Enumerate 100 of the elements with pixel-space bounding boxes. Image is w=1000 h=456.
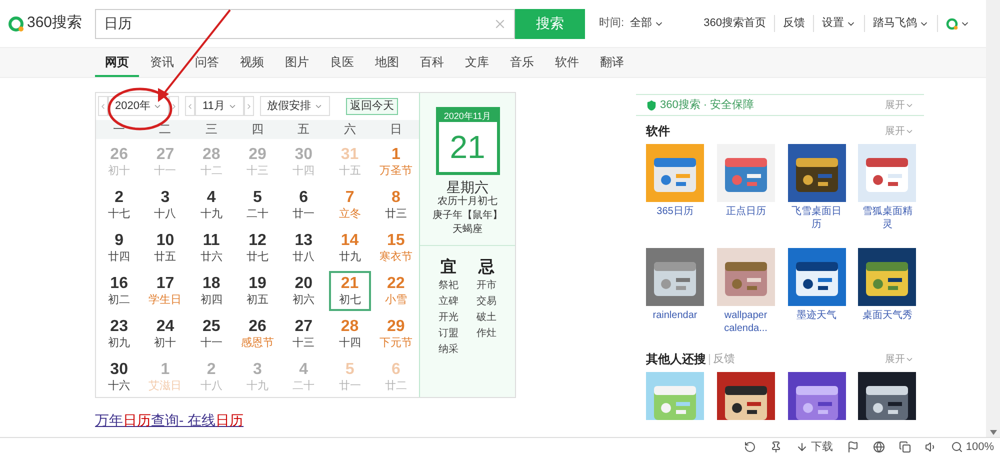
almanac-item: 开市 <box>476 278 496 293</box>
calendar-day[interactable]: 24 初十 <box>144 314 186 354</box>
header-link[interactable]: 反馈 <box>775 15 814 32</box>
calendar-day[interactable]: 14 廿九 <box>328 228 371 268</box>
software-item[interactable]: wallpaper calenda... <box>716 248 775 348</box>
day-number: 29 <box>248 146 266 164</box>
calendar-day[interactable]: 23 初九 <box>98 314 140 354</box>
nav-tab[interactable]: 音乐 <box>500 49 544 77</box>
nav-tab[interactable]: 地图 <box>365 49 409 77</box>
day-number: 9 <box>114 232 124 250</box>
day-number: 30 <box>294 146 313 164</box>
time-dropdown[interactable]: 全部 <box>630 15 664 32</box>
nav-tab[interactable]: 软件 <box>545 49 589 77</box>
nav-tab[interactable]: 文库 <box>455 49 499 77</box>
calendar-day[interactable]: 26 感恩节 <box>236 314 279 354</box>
calendar-day[interactable]: 11 廿六 <box>190 228 232 268</box>
calendar-day[interactable]: 28 十四 <box>328 314 371 354</box>
software-item[interactable]: 飞雪桌面日历 <box>788 144 846 244</box>
day-number: 3 <box>253 361 262 379</box>
calendar-day[interactable]: 17 学生日 <box>144 271 186 311</box>
header-link[interactable]: 设置 <box>814 15 865 32</box>
lunar-date: 寒衣节 <box>379 250 412 264</box>
nav-tab[interactable]: 百科 <box>410 49 454 77</box>
calendar-day[interactable]: 27 十三 <box>282 314 325 354</box>
next-button[interactable] <box>169 96 180 116</box>
zoom-button[interactable]: 100% <box>950 438 994 456</box>
month-dropdown[interactable]: 11月 <box>195 96 244 116</box>
nav-tab[interactable]: 问答 <box>185 49 229 77</box>
search-field[interactable]: 日历 <box>95 8 515 38</box>
lunar-date: 二十 <box>292 379 315 393</box>
speaker-icon[interactable] <box>924 441 937 453</box>
nav-tab[interactable]: 网页 <box>95 49 139 77</box>
calendar-day[interactable]: 8 廿三 <box>374 185 417 225</box>
software-item[interactable]: 墨迹天气 <box>788 248 846 348</box>
shield-icon <box>646 100 657 110</box>
weekday-label: 二 <box>158 121 172 138</box>
software-item[interactable]: rainlendar <box>646 248 704 348</box>
day-number: 22 <box>387 275 405 293</box>
weekday-label: 一 <box>112 121 126 138</box>
calendar-day[interactable]: 12 廿七 <box>236 228 279 268</box>
almanac-heading: 宜 <box>440 258 456 278</box>
almanac-item: 祭祀 <box>438 278 458 293</box>
day-number: 8 <box>391 189 400 207</box>
scrollbar[interactable] <box>986 0 1000 437</box>
calendar-day[interactable]: 13 廿八 <box>282 228 325 268</box>
day-number: 17 <box>156 275 174 293</box>
calendar-day[interactable]: 21 初七 <box>328 271 371 311</box>
header-link[interactable]: 360搜索首页 <box>696 15 775 32</box>
software-item[interactable]: 桌面天气秀 <box>858 248 916 348</box>
scroll-down-icon[interactable] <box>990 430 996 435</box>
flag-icon[interactable] <box>846 441 859 453</box>
holiday-dropdown[interactable]: 放假安排 <box>260 96 330 116</box>
pin-icon[interactable] <box>770 441 782 453</box>
download-button[interactable]: 下载 <box>796 438 833 456</box>
calendar-day[interactable]: 25 十一 <box>190 314 232 354</box>
lunar-date: 十九 <box>246 379 268 393</box>
lunar-date: 十四 <box>338 336 361 350</box>
calendar-day[interactable]: 18 初四 <box>190 271 232 311</box>
calendar-day[interactable]: 20 初六 <box>282 271 325 311</box>
day-number: 5 <box>345 361 354 379</box>
software-item[interactable]: 雪狐桌面精灵 <box>858 144 916 244</box>
calendar-day[interactable]: 5 二十 <box>236 185 279 225</box>
lunar-date: 初七 <box>338 293 361 307</box>
calendar-day[interactable]: 16 初二 <box>98 271 140 311</box>
calendar-day[interactable]: 6 廿一 <box>282 185 325 225</box>
lunar-date: 十七 <box>108 207 130 221</box>
calendar-day[interactable]: 2 十七 <box>98 185 140 225</box>
day-number: 27 <box>294 318 313 336</box>
software-name: 桌面天气秀 <box>862 309 912 322</box>
software-item[interactable]: 365日历 <box>646 144 704 244</box>
globe-icon[interactable] <box>872 441 885 453</box>
weekday-label: 六 <box>342 121 357 138</box>
day-number: 23 <box>110 318 128 336</box>
lunar-date: 初五 <box>246 293 268 307</box>
calendar-day[interactable]: 4 十九 <box>190 185 232 225</box>
weekday-label: 日 <box>388 121 403 138</box>
window-icon[interactable] <box>898 441 911 453</box>
day-number: 31 <box>340 146 359 164</box>
calendar-day[interactable]: 9 廿四 <box>98 228 140 268</box>
calendar-day[interactable]: 3 十八 <box>144 185 186 225</box>
calendar-day[interactable]: 30 十六 <box>98 357 140 397</box>
header-link[interactable]: 踏马飞鸽 <box>865 15 938 32</box>
day-number: 30 <box>110 361 128 379</box>
almanac-item: 开光 <box>438 310 458 325</box>
lunar-date: 万圣节 <box>379 164 412 178</box>
day-number: 11 <box>202 232 220 250</box>
calendar-day[interactable]: 19 初五 <box>236 271 279 311</box>
calendar-day[interactable]: 10 廿五 <box>144 228 186 268</box>
search-icon <box>950 441 963 453</box>
nav-tab[interactable]: 翻译 <box>590 49 634 77</box>
nav-tab[interactable]: 资讯 <box>140 49 184 77</box>
lunar-date: 初六 <box>292 293 315 307</box>
nav-tab[interactable]: 良医 <box>320 49 364 77</box>
today-button[interactable]: 返回今天 <box>346 98 398 115</box>
refresh-icon[interactable] <box>744 441 756 453</box>
nav-tab[interactable]: 图片 <box>275 49 319 77</box>
lunar-date: 初九 <box>108 336 130 350</box>
software-item[interactable]: 正点日历 <box>716 144 775 244</box>
nav-tab[interactable]: 视频 <box>230 49 274 77</box>
big-date: 21 <box>438 122 496 172</box>
